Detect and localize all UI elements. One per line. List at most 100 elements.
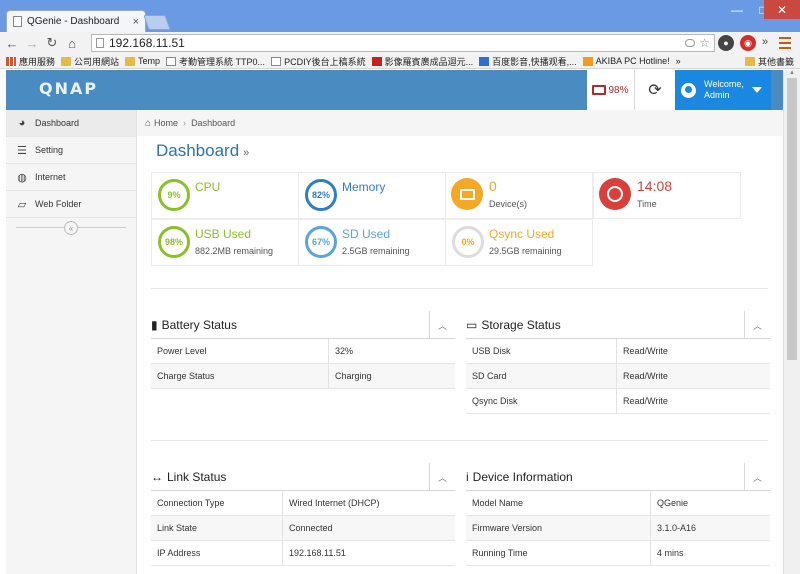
folder-icon — [744, 56, 755, 66]
refresh-button[interactable]: ⟳ — [635, 70, 675, 110]
new-tab-button[interactable] — [143, 15, 171, 30]
panel-title: Battery Status — [161, 317, 237, 332]
sidebar-item-setting[interactable]: ☰ Setting — [6, 137, 136, 164]
address-bar[interactable]: 192.168.11.51 ☆ — [91, 34, 715, 52]
sd-used-tile: 67% SD Used 2.5GB remaining — [298, 219, 446, 266]
bookmark-item[interactable]: 考勤管理系統 TTP0... — [166, 55, 265, 68]
collapse-panel-button[interactable]: ︿ — [429, 463, 455, 491]
t-icon — [371, 56, 382, 66]
bookmark-item[interactable]: Temp — [125, 56, 160, 66]
battery-status-panel: ▮ Battery Status ︿ Power Level 32% Charg… — [151, 311, 455, 389]
info-icon: i — [466, 469, 469, 484]
panel-title: Storage Status — [481, 317, 561, 332]
arrows-horizontal-icon: ↔ — [151, 469, 163, 484]
row-value: Wired Internet (DHCP) — [289, 498, 380, 508]
row-value: 192.168.11.51 — [289, 548, 346, 558]
sidebar-collapse: « — [6, 218, 136, 238]
browser-tab[interactable]: QGenie - Dashboard × — [6, 10, 146, 32]
row-key: Qsync Disk — [466, 389, 617, 413]
row-value: 3.1.0-A16 — [657, 523, 697, 533]
table-row: Power Level 32% — [151, 339, 455, 364]
battery-icon — [592, 85, 607, 95]
divider — [151, 440, 768, 441]
table-row: IP Address 192.168.11.51 — [151, 541, 455, 566]
minimize-button[interactable]: — — [724, 0, 750, 19]
back-icon[interactable]: ← — [4, 35, 20, 51]
page-icon — [166, 56, 177, 66]
breadcrumb-home[interactable]: Home — [154, 118, 178, 128]
row-key: Link State — [151, 516, 283, 540]
bookmark-label: Temp — [138, 56, 161, 66]
scroll-up-icon[interactable]: ▲ — [789, 70, 795, 76]
bookmark-star-icon[interactable]: ☆ — [699, 36, 710, 50]
row-value: Read/Write — [623, 396, 668, 406]
table-row: Link State Connected — [151, 516, 455, 541]
page-title: Dashboard» — [156, 141, 249, 161]
list-icon: ☰ — [17, 144, 27, 157]
collapse-panel-button[interactable]: ︿ — [744, 311, 770, 339]
home-icon[interactable]: ⌂ — [64, 35, 80, 51]
bookmark-label: AKIBA PC Hotline! — [595, 56, 670, 66]
extension-red-icon[interactable]: ◉ — [740, 35, 756, 51]
browser-toolbar: ← → ↻ ⌂ 192.168.11.51 ☆ — [0, 32, 800, 54]
row-key: SD Card — [466, 364, 617, 388]
bookmarks-more[interactable]: » — [676, 56, 681, 66]
sidebar-item-dashboard[interactable]: ◕ Dashboard — [6, 110, 136, 137]
memory-gauge: 82% — [305, 179, 337, 211]
tab-close-icon[interactable]: × — [133, 16, 139, 28]
other-bookmarks[interactable]: 其他書籤 — [744, 55, 794, 68]
battery-icon: ▮ — [151, 317, 158, 332]
row-key: USB Disk — [466, 339, 617, 363]
row-key: IP Address — [151, 541, 283, 565]
bookmark-label: 其他書籤 — [757, 56, 794, 67]
sd-used-label: SD Used — [342, 227, 391, 241]
bookmark-item[interactable]: 公司用網站 — [61, 55, 119, 68]
sd-gauge: 67% — [305, 226, 337, 258]
scrollbar-thumb[interactable] — [787, 78, 797, 360]
collapse-sidebar-button[interactable]: « — [64, 221, 78, 235]
bookmark-label: PCDIY後台上稿系統 — [284, 56, 366, 67]
forward-icon[interactable]: → — [24, 35, 40, 51]
sidebar-item-web-folder[interactable]: ▱ Web Folder — [6, 191, 136, 218]
panel-header: ▮ Battery Status ︿ — [151, 311, 455, 339]
qsync-used-tile: 0% Qsync Used 29.5GB remaining — [445, 219, 593, 266]
extension-icon[interactable]: ● — [718, 35, 734, 51]
battery-level: 98% — [608, 84, 629, 96]
close-window-button[interactable]: ✕ — [764, 0, 800, 19]
bookmark-item[interactable]: 應用服務 — [6, 55, 55, 68]
user-menu[interactable]: Welcome, Admin — [675, 70, 771, 110]
browser-titlebar: QGenie - Dashboard × — □ ✕ — [0, 0, 800, 32]
memory-label: Memory — [342, 180, 386, 194]
username: Admin — [704, 90, 730, 100]
page-icon — [96, 38, 104, 48]
battery-indicator[interactable]: 98% — [587, 70, 635, 110]
sidebar-item-internet[interactable]: ◍ Internet — [6, 164, 136, 191]
reload-icon[interactable]: ↻ — [44, 35, 60, 51]
device-count: 0 — [489, 178, 497, 194]
bookmark-item[interactable]: PCDIY後台上稿系統 — [271, 55, 366, 68]
bookmark-label: 百度影音,快播观看,... — [492, 56, 577, 67]
panel-title: Device Information — [472, 469, 573, 484]
welcome-text: Welcome, Admin — [704, 79, 744, 101]
more-extensions-icon[interactable]: » — [762, 36, 768, 48]
welcome-label: Welcome, — [704, 79, 744, 89]
collapse-panel-button[interactable]: ︿ — [744, 463, 770, 491]
bookmark-item[interactable]: 百度影音,快播观看,... — [479, 55, 577, 68]
link-status-panel: ↔ Link Status ︿ Connection Type Wired In… — [151, 463, 455, 566]
device-information-panel: i Device Information ︿ Model Name QGenie… — [466, 463, 770, 566]
toggle-icon[interactable] — [685, 39, 696, 47]
browser-menu-icon[interactable] — [779, 37, 791, 49]
apps-icon — [6, 56, 16, 66]
bookmark-item[interactable]: AKIBA PC Hotline! — [582, 56, 670, 66]
page-icon — [271, 56, 282, 66]
bookmark-item[interactable]: 影像羅賓廣成品迴元... — [371, 55, 473, 68]
breadcrumb-current: Dashboard — [191, 118, 236, 128]
page-scrollbar[interactable]: ▲ — [783, 70, 800, 574]
usb-used-tile: 98% USB Used 882.2MB remaining — [151, 219, 299, 266]
collapse-panel-button[interactable]: ︿ — [429, 311, 455, 339]
sidebar: ◕ Dashboard ☰ Setting ◍ Internet ▱ Web F… — [6, 110, 137, 574]
url-input[interactable]: 192.168.11.51 — [109, 36, 685, 50]
usb-gauge: 98% — [158, 226, 190, 258]
page-title-suffix: » — [243, 147, 250, 159]
device-label: Device(s) — [489, 199, 528, 209]
